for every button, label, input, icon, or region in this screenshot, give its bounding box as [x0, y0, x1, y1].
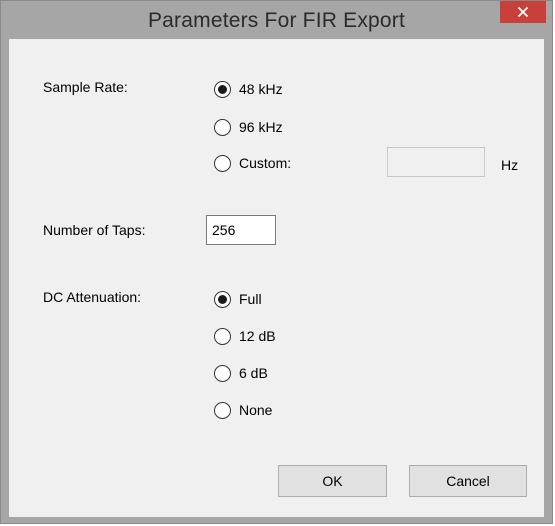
radio-button[interactable]: [214, 401, 231, 419]
dc-attenuation-label: DC Attenuation:: [43, 289, 142, 305]
title-bar[interactable]: Parameters For FIR Export: [1, 1, 552, 39]
radio-sample-rate-custom[interactable]: Custom:: [214, 153, 291, 173]
radio-selected-dot: [218, 294, 227, 304]
radio-label: None: [239, 402, 273, 418]
radio-sample-rate-96[interactable]: 96 kHz: [214, 117, 283, 137]
dialog-body: Sample Rate: 48 kHz 96 kHz Custom: Hz Nu…: [9, 39, 544, 517]
radio-button[interactable]: [214, 364, 231, 382]
radio-dc-none[interactable]: None: [214, 400, 272, 420]
close-icon: [517, 6, 529, 18]
radio-dc-full[interactable]: Full: [214, 289, 262, 309]
hz-unit-label: Hz: [501, 157, 519, 173]
radio-label: 12 dB: [239, 328, 276, 344]
dialog-title: Parameters For FIR Export: [147, 9, 406, 32]
custom-rate-field[interactable]: [387, 147, 485, 177]
radio-label: 6 dB: [239, 365, 268, 381]
radio-label: Full: [239, 291, 262, 307]
number-of-taps-label: Number of Taps:: [43, 222, 146, 238]
cancel-button[interactable]: Cancel: [409, 465, 527, 497]
radio-label: 96 kHz: [239, 119, 283, 135]
radio-button[interactable]: [214, 327, 231, 345]
ok-button[interactable]: OK: [278, 465, 387, 497]
radio-dc-12db[interactable]: 12 dB: [214, 326, 276, 346]
radio-selected-dot: [218, 84, 227, 94]
radio-sample-rate-48[interactable]: 48 kHz: [214, 79, 283, 99]
radio-button[interactable]: [214, 290, 231, 308]
radio-dc-6db[interactable]: 6 dB: [214, 363, 268, 383]
radio-button[interactable]: [214, 154, 231, 172]
number-of-taps-field[interactable]: [206, 215, 276, 245]
radio-button[interactable]: [214, 118, 231, 136]
radio-label: Custom:: [239, 155, 292, 171]
radio-label: 48 kHz: [239, 81, 283, 97]
dialog-window: Parameters For FIR Export Sample Rate: 4…: [0, 0, 553, 524]
radio-button[interactable]: [214, 80, 231, 98]
sample-rate-label: Sample Rate:: [43, 79, 128, 95]
close-button[interactable]: [500, 1, 546, 23]
